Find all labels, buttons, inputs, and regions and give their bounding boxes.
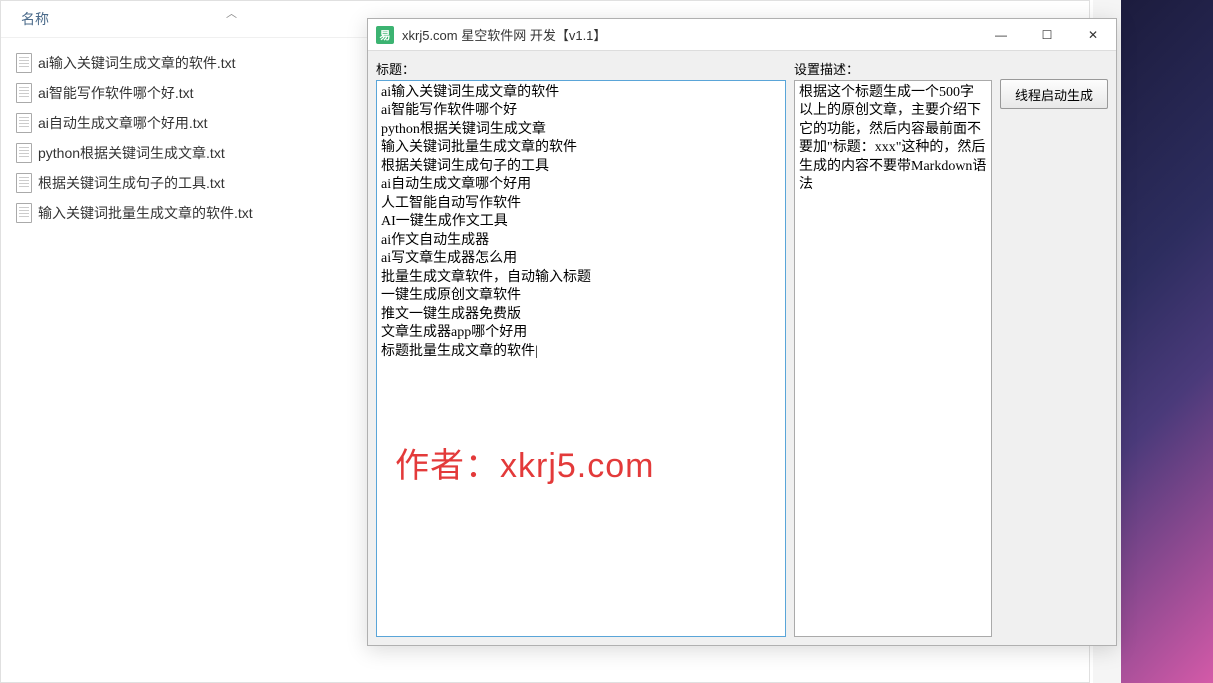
description-textarea[interactable] [794,80,992,637]
desc-field-label: 设置描述： [794,59,992,78]
app-icon: 易 [376,26,394,44]
generator-app-window: 易 xkrj5.com 星空软件网 开发【v1.1】 — ☐ ✕ 标题： 设置描… [367,18,1117,646]
titlebar[interactable]: 易 xkrj5.com 星空软件网 开发【v1.1】 — ☐ ✕ [368,19,1116,51]
action-column: 线程启动生成 [1000,59,1108,637]
file-name: 根据关键词生成句子的工具.txt [38,173,225,193]
text-file-icon [16,203,32,223]
title-field-label: 标题： [376,59,786,78]
app-body: 标题： 设置描述： 线程启动生成 [368,51,1116,645]
text-file-icon [16,113,32,133]
file-name: ai智能写作软件哪个好.txt [38,83,194,103]
maximize-button[interactable]: ☐ [1024,19,1070,51]
file-name: python根据关键词生成文章.txt [38,143,225,163]
minimize-button[interactable]: — [978,19,1024,51]
close-button[interactable]: ✕ [1070,19,1116,51]
generate-button[interactable]: 线程启动生成 [1000,79,1108,109]
window-title: xkrj5.com 星空软件网 开发【v1.1】 [402,25,978,44]
file-name: 输入关键词批量生成文章的软件.txt [38,203,253,223]
text-file-icon [16,83,32,103]
description-column: 设置描述： [794,59,992,637]
text-file-icon [16,53,32,73]
file-name: ai输入关键词生成文章的软件.txt [38,53,236,73]
file-name: ai自动生成文章哪个好用.txt [38,113,208,133]
title-textarea[interactable] [376,80,786,637]
window-controls: — ☐ ✕ [978,19,1116,51]
title-column: 标题： [376,59,786,637]
column-name-label: 名称 [21,11,49,27]
sort-chevron-icon[interactable]: ︿ [226,5,237,21]
text-file-icon [16,143,32,163]
text-file-icon [16,173,32,193]
